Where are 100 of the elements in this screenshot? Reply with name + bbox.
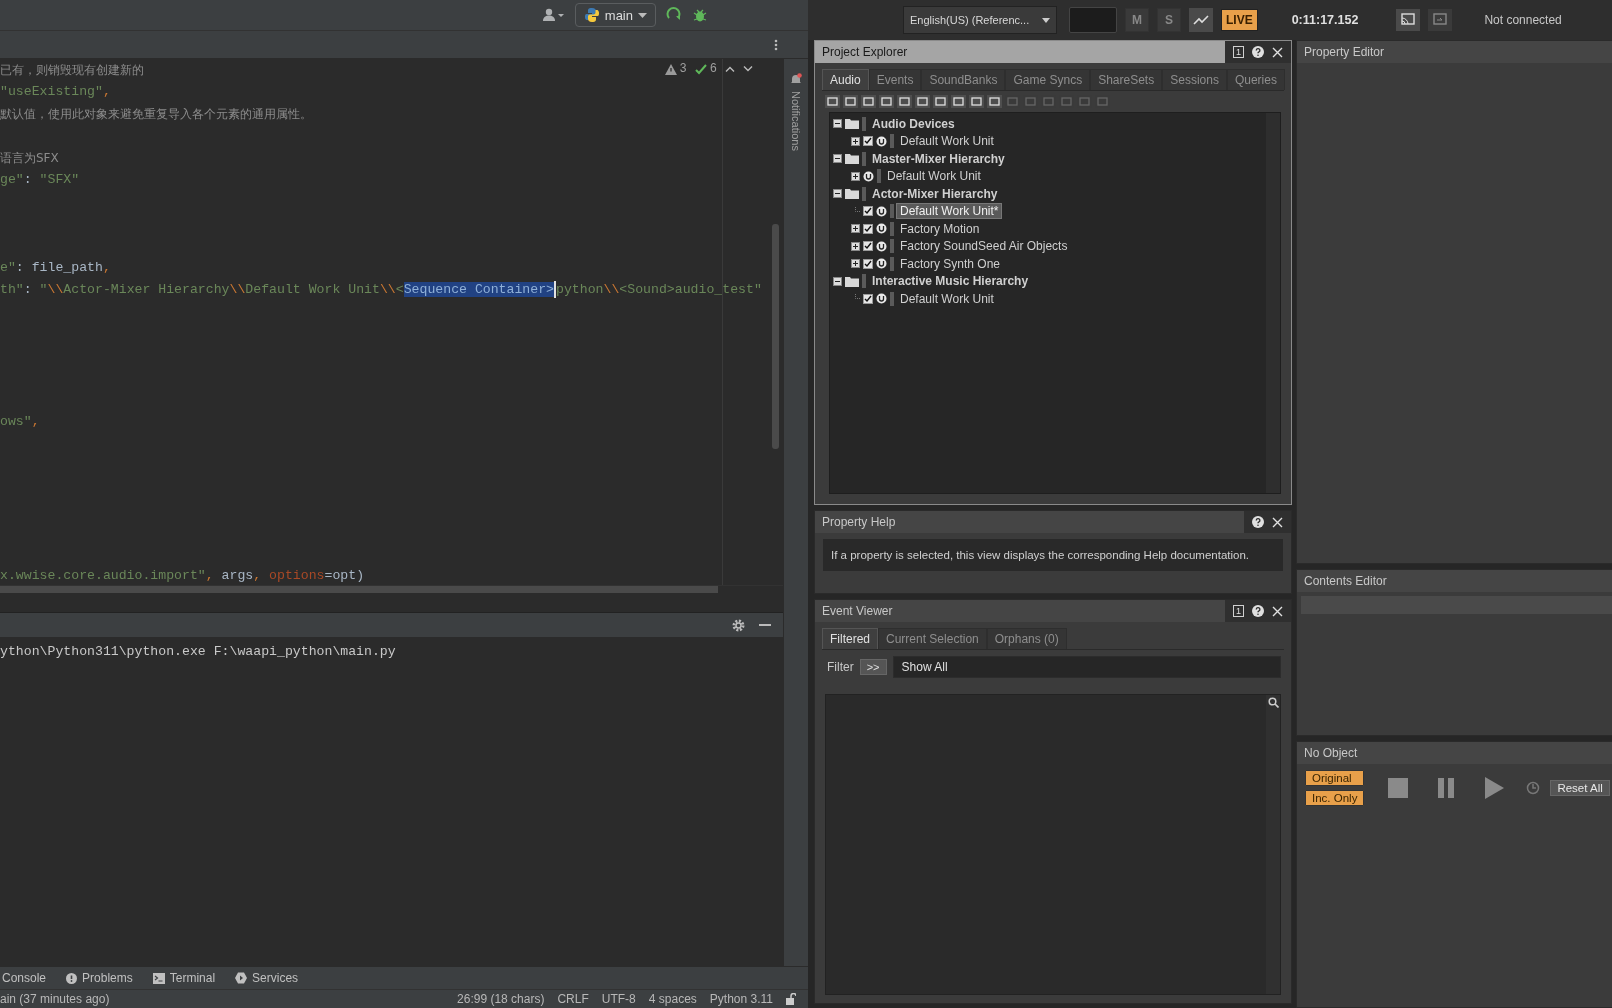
toolbar-icon[interactable] <box>824 94 841 109</box>
vcs-status[interactable]: ain (37 minutes ago) <box>0 992 110 1006</box>
collapse-icon[interactable] <box>833 276 842 286</box>
expand-icon[interactable] <box>851 224 860 234</box>
checkbox[interactable] <box>863 241 873 252</box>
tree-item[interactable]: Factory SoundSeed Air Objects <box>897 239 1071 254</box>
disconnect-button[interactable] <box>1428 9 1453 31</box>
checkbox[interactable] <box>863 206 873 217</box>
tree-item[interactable]: Interactive Music Hierarchy <box>869 274 1032 289</box>
tree-item[interactable]: Factory Motion <box>897 221 983 236</box>
close-icon[interactable] <box>1272 516 1283 528</box>
pause-icon[interactable] <box>1436 778 1457 798</box>
help-icon[interactable] <box>1252 605 1264 617</box>
code-text: ge" <box>0 172 24 187</box>
tree-item[interactable]: Default Work Unit <box>897 291 997 306</box>
notifications-tab[interactable]: Notifications <box>790 91 802 151</box>
scrollbar[interactable] <box>1266 113 1280 493</box>
lock-icon[interactable] <box>786 993 796 1005</box>
graph-button[interactable] <box>1189 8 1213 32</box>
collapse-icon[interactable] <box>833 154 842 164</box>
stop-icon[interactable] <box>1388 778 1409 798</box>
collapse-icon[interactable] <box>833 189 842 199</box>
code-text: \\ <box>47 282 64 297</box>
expand-icon[interactable] <box>851 136 860 146</box>
help-icon[interactable] <box>1252 516 1264 528</box>
status-item[interactable]: 4 spaces <box>648 992 697 1006</box>
expand-icon[interactable] <box>851 171 860 181</box>
check-count[interactable]: 6 <box>694 62 717 76</box>
branch-dropdown[interactable]: main <box>574 3 656 27</box>
panel-title: Project Explorer <box>821 44 909 61</box>
bell-icon[interactable] <box>790 73 802 85</box>
previous-icon[interactable] <box>725 66 735 72</box>
tree-item[interactable]: Default Work Unit* <box>897 204 1002 219</box>
play-icon[interactable] <box>1484 777 1505 799</box>
status-item[interactable]: UTF-8 <box>601 992 636 1006</box>
toolbar-icon[interactable] <box>878 94 895 109</box>
close-icon[interactable] <box>1272 605 1283 617</box>
explorer-tab[interactable]: Events <box>868 69 922 90</box>
scrollbar[interactable] <box>1266 695 1280 994</box>
language-dropdown[interactable]: English(US) (Referenc... <box>903 6 1057 34</box>
scrollbar[interactable] <box>0 586 718 593</box>
live-button[interactable]: LIVE <box>1221 9 1258 31</box>
checkbox[interactable] <box>863 293 873 304</box>
more-icon[interactable] <box>774 38 778 51</box>
search-icon[interactable] <box>1268 697 1279 708</box>
filter-toggle-button[interactable]: >> <box>859 659 887 675</box>
filter-field[interactable]: Show All <box>892 656 1281 678</box>
viewer-tab[interactable]: Current Selection <box>878 628 987 649</box>
tool-window-tab[interactable]: Services <box>235 971 299 985</box>
tool-window-tab[interactable]: Problems <box>66 971 133 985</box>
toolbar-icon[interactable] <box>968 94 985 109</box>
status-item[interactable]: CRLF <box>557 992 589 1006</box>
expand-icon[interactable] <box>851 241 860 251</box>
clock-icon[interactable] <box>1526 781 1541 795</box>
help-icon[interactable] <box>1252 46 1264 58</box>
pin-icon[interactable]: 1 <box>1233 46 1244 58</box>
explorer-tab[interactable]: ShareSets <box>1090 69 1163 90</box>
collapse-icon[interactable] <box>833 119 842 129</box>
settings-icon[interactable] <box>732 618 745 632</box>
explorer-tab[interactable]: SoundBanks <box>921 69 1006 90</box>
next-icon[interactable] <box>743 66 753 72</box>
tree-item[interactable]: Default Work Unit <box>897 134 997 149</box>
toolbar-icon[interactable] <box>842 94 859 109</box>
checkbox[interactable] <box>863 258 873 269</box>
viewer-tab[interactable]: Filtered <box>822 628 878 649</box>
toolbar-icon[interactable] <box>860 94 877 109</box>
close-icon[interactable] <box>1272 46 1283 58</box>
explorer-tab[interactable]: Queries <box>1226 69 1285 90</box>
tool-window-tab[interactable]: Console <box>2 971 47 985</box>
status-item[interactable]: 26:99 (18 chars) <box>457 992 545 1006</box>
checkbox[interactable] <box>863 136 873 147</box>
tree-item[interactable]: Master-Mixer Hierarchy <box>869 151 1008 166</box>
toolbar-icon[interactable] <box>932 94 949 109</box>
toolbar-icon[interactable] <box>950 94 967 109</box>
mute-button[interactable]: M <box>1125 8 1149 32</box>
user-icon[interactable] <box>542 8 565 22</box>
explorer-tab[interactable]: Game Syncs <box>1005 69 1091 90</box>
toolbar-icon[interactable] <box>914 94 931 109</box>
remote-button[interactable] <box>1396 9 1421 31</box>
checkbox[interactable] <box>863 223 873 234</box>
mode-button[interactable]: Inc. Only <box>1305 790 1365 806</box>
toolbar-icon[interactable] <box>986 94 1003 109</box>
pin-icon[interactable]: 1 <box>1233 605 1244 617</box>
expand-icon[interactable] <box>851 259 860 269</box>
mode-button[interactable]: Original <box>1305 770 1365 786</box>
solo-button[interactable]: S <box>1157 8 1181 32</box>
tree-item[interactable]: Default Work Unit <box>884 169 984 184</box>
scrollbar[interactable] <box>772 224 779 449</box>
explorer-tab[interactable]: Audio <box>822 69 869 90</box>
tree-item[interactable]: Audio Devices <box>869 116 958 131</box>
toolbar-icon[interactable] <box>896 94 913 109</box>
reset-all-button[interactable]: Reset All <box>1550 780 1610 796</box>
status-item[interactable]: Python 3.11 <box>709 992 773 1006</box>
tree-item[interactable]: Factory Synth One <box>897 256 1004 271</box>
explorer-tab[interactable]: Sessions <box>1162 69 1227 90</box>
bug-icon[interactable] <box>692 7 708 23</box>
tool-window-tab[interactable]: Terminal <box>152 971 216 985</box>
tree-item[interactable]: Actor-Mixer Hierarchy <box>869 186 1001 201</box>
warning-count[interactable]: 3 <box>664 62 687 76</box>
viewer-tab[interactable]: Orphans (0) <box>986 628 1067 649</box>
